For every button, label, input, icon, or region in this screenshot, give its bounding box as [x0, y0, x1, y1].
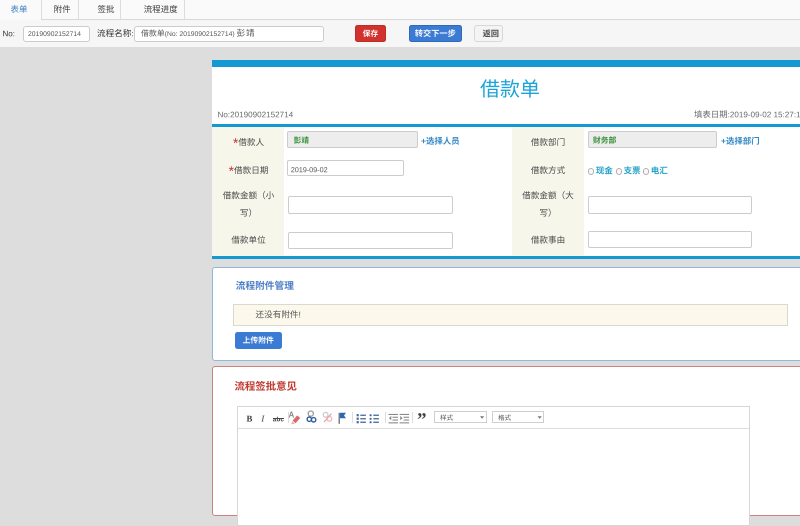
- svg-text:A: A: [289, 411, 295, 420]
